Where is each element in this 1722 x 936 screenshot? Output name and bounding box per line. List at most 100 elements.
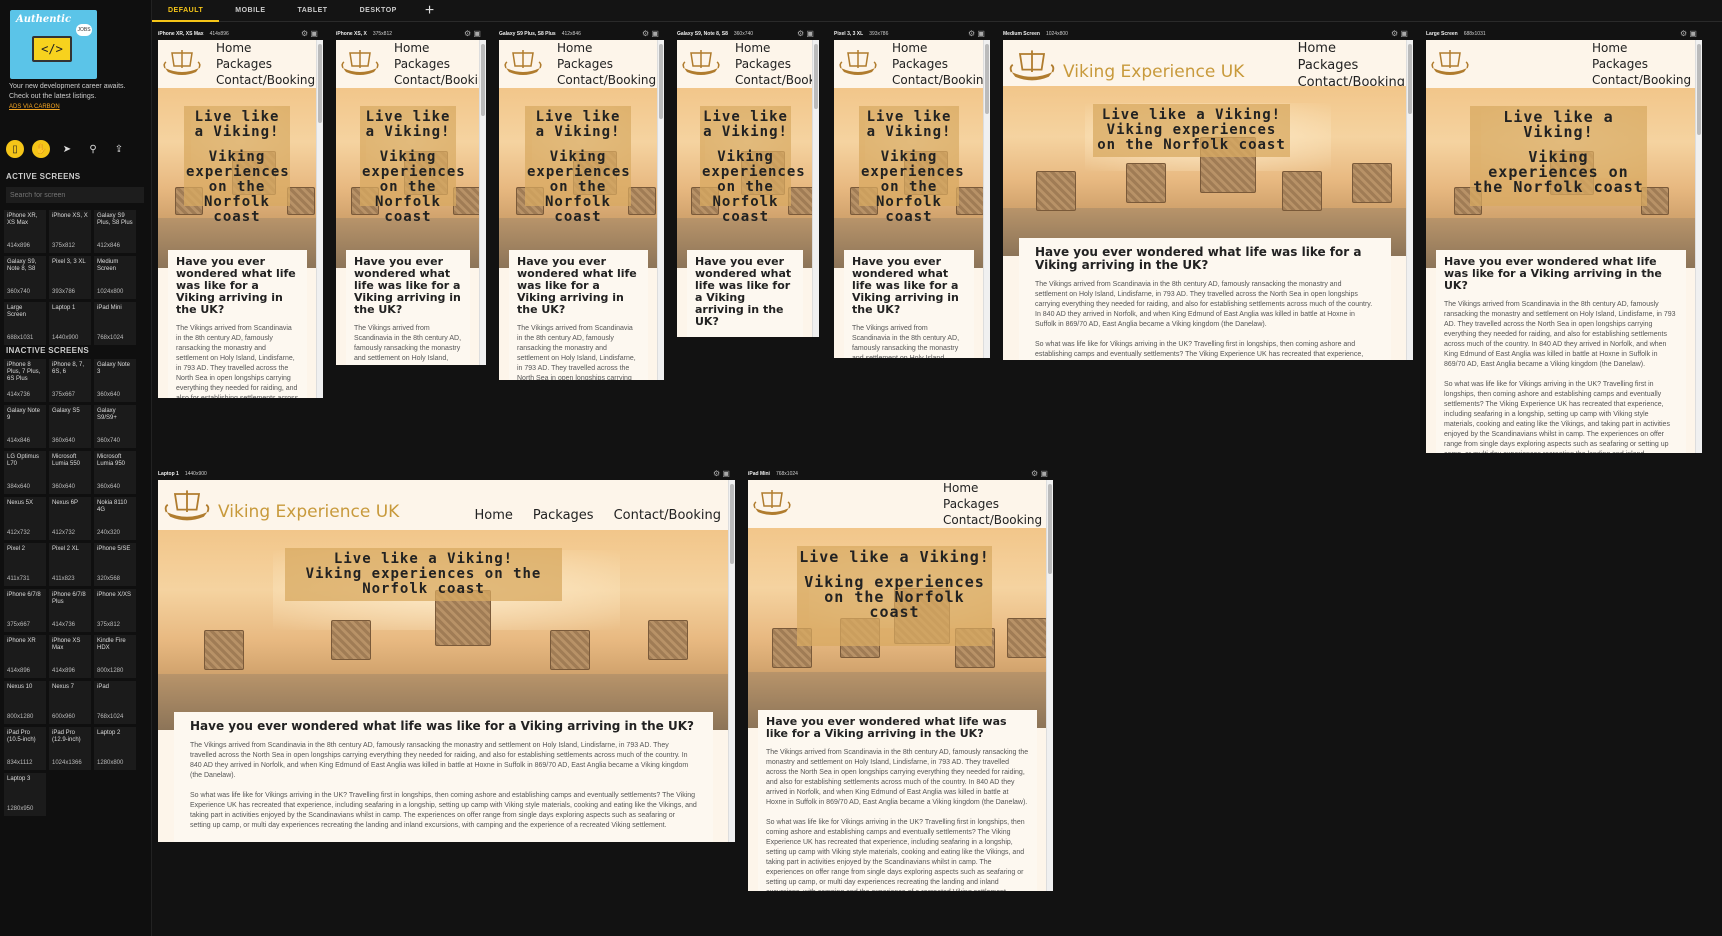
screen-item[interactable]: Galaxy S9 Plus, S8 Plus 412x846 [94,210,136,253]
upload-icon[interactable]: ⇪ [110,140,128,158]
nav-link-contact-booking[interactable]: Contact/Booking [1592,72,1694,88]
frame-settings-icon[interactable]: ⚙ ▣ [713,469,730,478]
screen-item[interactable]: iPhone 6/7/8 Plus 414x736 [49,589,91,632]
frame-scrollbar[interactable] [657,40,664,380]
screen-item[interactable]: Laptop 1 1440x900 [49,302,91,345]
touch-icon[interactable]: ✋ [32,140,50,158]
scrollbar-thumb[interactable] [1697,44,1701,135]
screen-item[interactable]: Laptop 2 1280x800 [94,727,136,770]
frame-scrollbar[interactable] [1406,40,1413,360]
screen-item[interactable]: iPhone 6/7/8 375x667 [4,589,46,632]
nav-link-contact-booking[interactable]: Contact/Booking [892,72,990,88]
tab-desktop[interactable]: DESKTOP [344,0,413,22]
nav-link-home[interactable]: Home [557,40,656,56]
frame-scrollbar[interactable] [316,40,323,398]
scrollbar-thumb[interactable] [985,44,989,114]
frame-settings-icon[interactable]: ⚙ ▣ [1031,469,1048,478]
viking-ship-logo-icon[interactable] [752,488,792,523]
screen-item[interactable]: Microsoft Lumia 950 360x640 [94,451,136,494]
frame-settings-icon[interactable]: ⚙ ▣ [1391,29,1408,38]
viking-ship-logo-icon[interactable] [503,48,543,83]
frame-scrollbar[interactable] [1046,480,1053,891]
scrollbar-thumb[interactable] [1048,484,1052,574]
nav-link-packages[interactable]: Packages [943,496,1045,512]
nav-link-packages[interactable]: Packages [1592,56,1694,72]
scrollbar-thumb[interactable] [481,44,485,116]
viking-ship-logo-icon[interactable] [1430,48,1470,83]
screen-item[interactable]: Medium Screen 1024x800 [94,256,136,299]
viking-ship-logo-icon[interactable] [1007,48,1057,89]
nav-link-home[interactable]: Home [394,40,478,56]
ad-via-link[interactable]: ADS VIA CARBON [9,104,60,110]
nav-link-home[interactable]: Home [735,40,811,56]
screen-item[interactable]: iPhone X/XS 375x812 [94,589,136,632]
site-brand-name[interactable]: Viking Experience UK [218,502,399,522]
nav-link-home[interactable]: Home [475,508,513,523]
frame-scrollbar[interactable] [728,480,735,842]
screen-item[interactable]: Nokia 8110 4G 240x320 [94,497,136,540]
scrollbar-thumb[interactable] [659,44,663,119]
screen-item[interactable]: Galaxy Note 3 360x640 [94,359,136,402]
frame-settings-icon[interactable]: ⚙ ▣ [797,29,814,38]
screen-item[interactable]: LG Optimus L70 384x640 [4,451,46,494]
nav-link-home[interactable]: Home [892,40,982,56]
screen-item[interactable]: iPhone XR, XS Max 414x896 [4,210,46,253]
cursor-icon[interactable]: ➤ [58,140,76,158]
screen-item[interactable]: Nexus 7 600x960 [49,681,91,724]
frame-settings-icon[interactable]: ⚙ ▣ [642,29,659,38]
viking-ship-logo-icon[interactable] [162,48,202,83]
screen-item[interactable]: Galaxy S5 360x640 [49,405,91,448]
viking-ship-logo-icon[interactable] [681,48,721,83]
screen-item[interactable]: Nexus 6P 412x732 [49,497,91,540]
screen-item[interactable]: iPad Pro (10.5-inch) 834x1112 [4,727,46,770]
tab-tablet[interactable]: TABLET [282,0,344,22]
screen-item[interactable]: iPad Pro (12.9-inch) 1024x1366 [49,727,91,770]
screen-item[interactable]: iPhone XS Max 414x896 [49,635,91,678]
screen-item[interactable]: Pixel 2 XL 411x823 [49,543,91,586]
frame-settings-icon[interactable]: ⚙ ▣ [464,29,481,38]
screen-item[interactable]: Large Screen 688x1031 [4,302,46,345]
screen-item[interactable]: Galaxy S9/S9+ 360x740 [94,405,136,448]
frame-settings-icon[interactable]: ⚙ ▣ [301,29,318,38]
tab-default[interactable]: DEFAULT [152,0,220,22]
nav-link-contact-booking[interactable]: Contact/Booking [216,72,315,88]
screen-item[interactable]: Galaxy Note 9 414x846 [4,405,46,448]
nav-link-packages[interactable]: Packages [557,56,656,72]
nav-link-home[interactable]: Home [1298,40,1405,57]
mobile-icon[interactable]: ▯ [6,140,24,158]
nav-link-packages[interactable]: Packages [533,508,594,523]
screen-item[interactable]: Kindle Fire HDX 800x1280 [94,635,136,678]
frame-settings-icon[interactable]: ⚙ ▣ [968,29,985,38]
nav-link-contact-booking[interactable]: Contact/Booking [614,508,721,523]
nav-link-packages[interactable]: Packages [216,56,315,72]
screen-item[interactable]: Pixel 3, 3 XL 393x786 [49,256,91,299]
nav-link-packages[interactable]: Packages [1298,57,1405,74]
site-brand-name[interactable]: Viking Experience UK [1063,62,1244,82]
nav-link-packages[interactable]: Packages [394,56,478,72]
nav-link-home[interactable]: Home [1592,40,1694,56]
search-icon[interactable]: ⚲ [84,140,102,158]
scrollbar-thumb[interactable] [814,44,818,109]
nav-link-home[interactable]: Home [216,40,315,56]
frame-scrollbar[interactable] [812,40,819,337]
screen-item[interactable]: iPhone XS, X 375x812 [49,210,91,253]
screen-search-input[interactable] [6,187,144,203]
frame-scrollbar[interactable] [983,40,990,358]
scrollbar-thumb[interactable] [730,484,734,564]
scrollbar-thumb[interactable] [318,44,322,123]
viking-ship-logo-icon[interactable] [838,48,878,83]
frame-scrollbar[interactable] [1695,40,1702,453]
add-tab-icon[interactable]: + [413,2,434,20]
screen-item[interactable]: iPhone XR 414x896 [4,635,46,678]
nav-link-contact-booking[interactable]: Contact/Booking [557,72,656,88]
screen-item[interactable]: Galaxy S9, Note 8, S8 360x740 [4,256,46,299]
nav-link-contact-booking[interactable]: Contact/Booking [394,72,486,88]
screen-item[interactable]: Nexus 10 800x1280 [4,681,46,724]
screen-item[interactable]: Microsoft Lumia 550 360x640 [49,451,91,494]
carbon-ad-image[interactable]: Authentic JOBS </> [10,10,97,79]
screen-item[interactable]: iPhone 5/SE 320x568 [94,543,136,586]
screen-item[interactable]: iPhone 8 Plus, 7 Plus, 6S Plus 414x736 [4,359,46,402]
screen-item[interactable]: Laptop 3 1280x950 [4,773,46,816]
screen-item[interactable]: Pixel 2 411x731 [4,543,46,586]
frame-scrollbar[interactable] [479,40,486,365]
